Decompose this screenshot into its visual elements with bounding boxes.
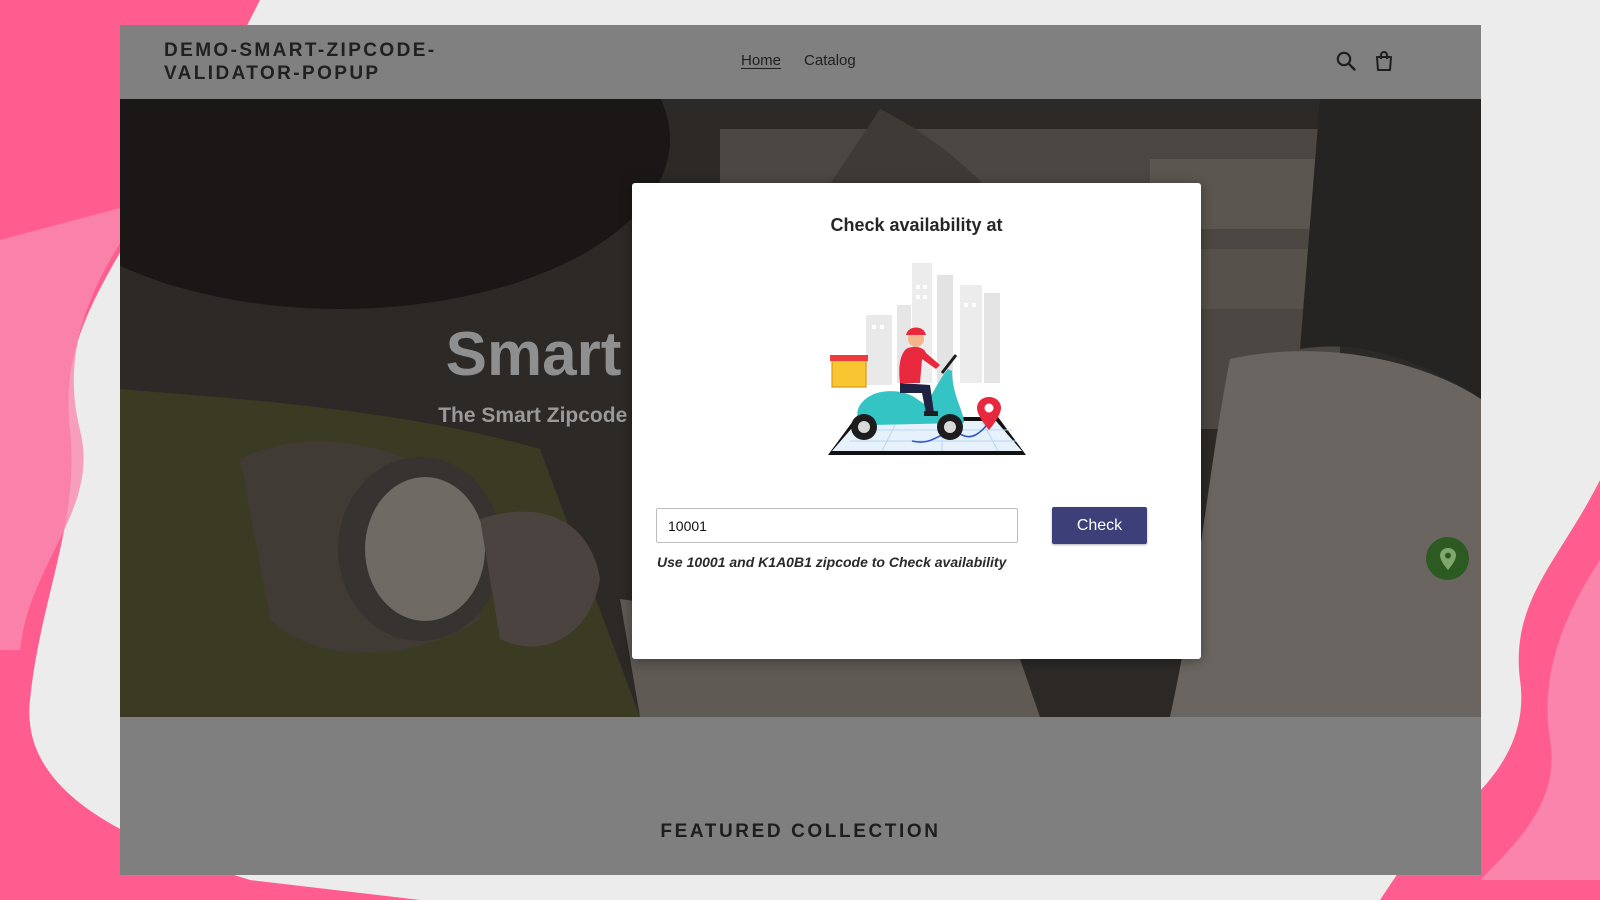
delivery-scooter-illustration	[828, 263, 1026, 455]
featured-collection-title: FEATURED COLLECTION	[660, 821, 941, 842]
search-icon[interactable]	[1334, 49, 1358, 73]
location-pin-icon[interactable]	[1426, 537, 1469, 580]
map-marker-icon	[1439, 547, 1456, 570]
cart-icon[interactable]	[1372, 49, 1396, 73]
check-button[interactable]: Check	[1052, 507, 1147, 544]
zipcode-hint: Use 10001 and K1A0B1 zipcode to Check av…	[657, 554, 1007, 570]
popup-title: Check availability at	[830, 215, 1003, 235]
featured-section: FEATURED COLLECTION	[120, 717, 1481, 875]
nav-catalog-link[interactable]: Catalog	[804, 52, 856, 69]
main-nav: Home Catalog	[741, 52, 856, 69]
store-brand[interactable]: DEMO-SMART-ZIPCODE-VALIDATOR-POPUP	[164, 39, 484, 85]
zipcode-input[interactable]	[656, 508, 1018, 543]
zipcode-popup: Check availability at 10001 Check Use 10…	[632, 183, 1201, 659]
nav-home-link[interactable]: Home	[741, 52, 781, 69]
storefront-screenshot: DEMO-SMART-ZIPCODE-VALIDATOR-POPUP Home …	[120, 25, 1481, 875]
site-header: DEMO-SMART-ZIPCODE-VALIDATOR-POPUP Home …	[120, 25, 1481, 99]
